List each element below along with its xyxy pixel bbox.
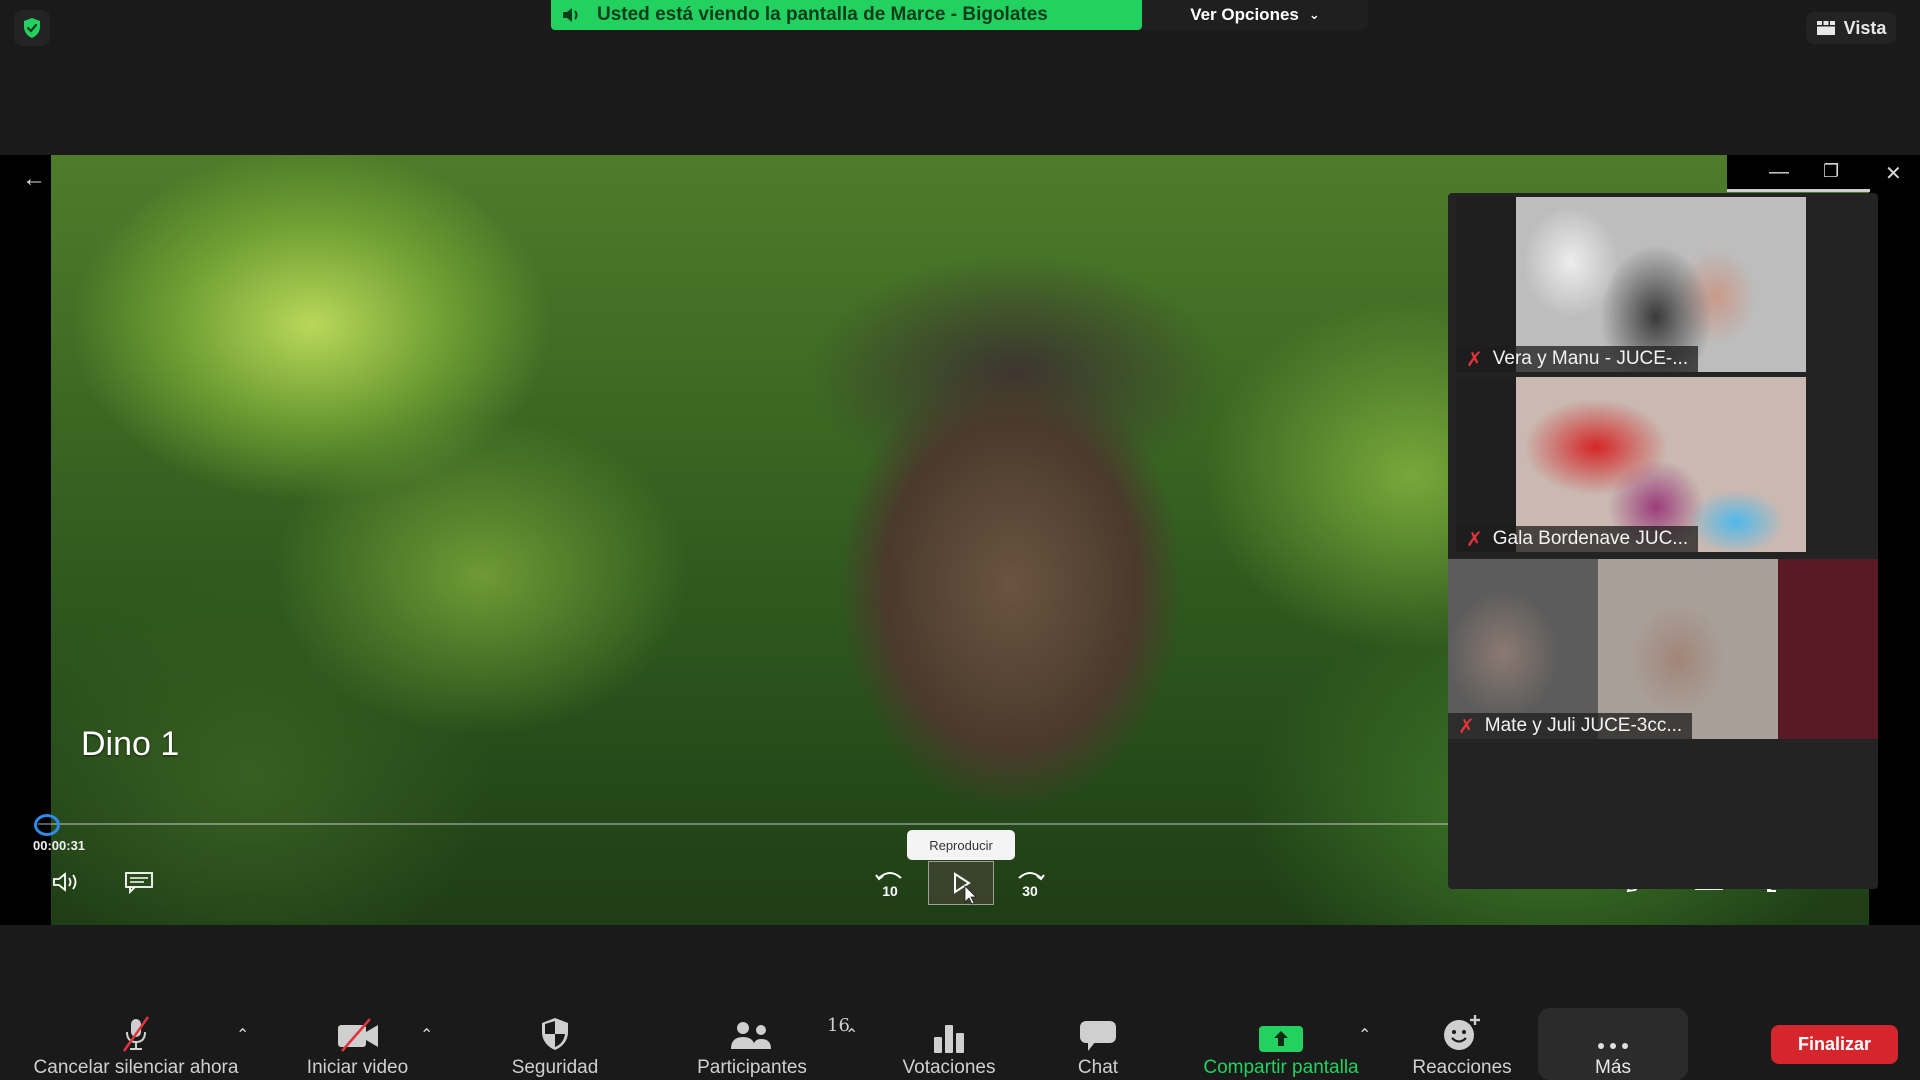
reactions-smiley-icon — [1444, 1015, 1480, 1050]
more-dots-icon — [1598, 1043, 1628, 1049]
view-label: Vista — [1843, 17, 1887, 38]
play-icon — [954, 872, 977, 905]
participant-name: Gala Bordenave JUC... — [1492, 528, 1689, 549]
subtitles-button[interactable] — [124, 871, 154, 895]
forward-icon: 30 — [1018, 872, 1045, 899]
chevron-down-icon: ⌄ — [1308, 7, 1320, 22]
polls-bar-chart-icon — [934, 1025, 964, 1053]
participant-name: Vera y Manu - JUCE-... — [1492, 348, 1689, 369]
view-options-dropdown[interactable]: Ver Opciones ⌄ — [1142, 0, 1368, 30]
polls-label: Votaciones — [902, 1057, 996, 1078]
restore-icon[interactable]: ❐ — [1823, 161, 1839, 182]
window-divider — [1727, 189, 1870, 192]
view-grid-icon — [1816, 21, 1835, 35]
muted-mic-icon: ✗ — [1458, 715, 1475, 738]
unmute-button[interactable]: Cancelar silenciar ahora — [16, 1013, 256, 1079]
muted-mic-icon — [122, 1016, 150, 1052]
volume-icon — [53, 872, 77, 892]
start-video-button[interactable]: Iniciar video — [290, 1013, 425, 1079]
participant-name-bar: ✗ Vera y Manu - JUCE-... — [1456, 346, 1699, 372]
participants-video-panel: ✗ Vera y Manu - JUCE-... ✗ Gala Bordenav… — [1448, 193, 1878, 889]
share-options-caret[interactable]: ⌃ — [1358, 1025, 1371, 1045]
participant-tile[interactable]: ✗ Gala Bordenave JUC... — [1456, 377, 1806, 552]
play-button[interactable] — [928, 861, 994, 905]
participants-icon — [731, 1022, 771, 1049]
subtitles-icon — [125, 872, 153, 895]
top-bar: Usted está viendo la pantalla de Marce -… — [0, 0, 1920, 155]
participant-tile[interactable]: ✗ Mate y Juli JUCE-3cc... — [1448, 559, 1878, 739]
play-tooltip: Reproducir — [907, 830, 1015, 860]
video-progress-knob[interactable] — [34, 814, 60, 836]
forward-30-button[interactable]: 30 — [1012, 865, 1048, 901]
unmute-label: Cancelar silenciar ahora — [33, 1057, 239, 1078]
security-label: Seguridad — [511, 1057, 599, 1078]
chat-bubble-icon — [1080, 1021, 1116, 1051]
muted-mic-icon: ✗ — [1466, 528, 1483, 551]
arrow-left-icon[interactable]: ← — [22, 165, 46, 193]
participants-button[interactable]: 16 Participantes — [686, 1013, 850, 1079]
muted-mic-icon: ✗ — [1466, 348, 1483, 371]
chat-label: Chat — [1077, 1057, 1119, 1078]
rewind-icon: 10 — [875, 872, 902, 899]
reactions-label: Reacciones — [1412, 1057, 1512, 1078]
participant-name-bar: ✗ Mate y Juli JUCE-3cc... — [1448, 713, 1693, 739]
volume-button[interactable] — [52, 871, 84, 893]
participant-name: Mate y Juli JUCE-3cc... — [1484, 715, 1683, 736]
video-title: Dino 1 — [81, 725, 180, 763]
rewind-10-button[interactable]: 10 — [872, 865, 908, 901]
elapsed-time: 00:00:31 — [33, 838, 86, 853]
participant-tile[interactable]: ✗ Vera y Manu - JUCE-... — [1456, 197, 1806, 372]
security-status-button[interactable] — [14, 10, 50, 46]
more-label: Más — [1595, 1057, 1631, 1078]
forward-label: 30 — [1022, 883, 1038, 899]
minimize-icon[interactable]: — — [1769, 161, 1789, 184]
more-button-content[interactable]: Más — [1583, 1013, 1643, 1079]
chat-button[interactable]: Chat — [1068, 1013, 1128, 1079]
share-banner-text: Usted está viendo la pantalla de Marce -… — [597, 4, 1048, 25]
security-button[interactable]: Seguridad — [500, 1013, 610, 1079]
shield-check-icon — [24, 18, 40, 38]
start-video-label: Iniciar video — [306, 1057, 409, 1078]
video-off-icon — [337, 1018, 378, 1052]
reactions-button[interactable]: Reacciones — [1402, 1013, 1522, 1079]
video-options-caret[interactable]: ⌃ — [420, 1025, 433, 1045]
share-screen-button[interactable]: Compartir pantalla — [1186, 1013, 1376, 1079]
meeting-toolbar: Cancelar silenciar ahora ⌃ Iniciar video… — [0, 925, 1920, 1080]
mouse-cursor-icon — [964, 885, 977, 905]
end-meeting-button[interactable]: Finalizar — [1771, 1025, 1898, 1064]
screen-share-banner: Usted está viendo la pantalla de Marce -… — [551, 0, 1142, 30]
view-options-label: Ver Opciones — [1190, 5, 1299, 24]
speaker-icon — [561, 6, 583, 24]
rewind-label: 10 — [882, 883, 898, 899]
participants-label: Participantes — [697, 1057, 807, 1078]
polls-button[interactable]: Votaciones — [890, 1013, 1008, 1079]
participants-options-caret[interactable]: ⌃ — [845, 1025, 858, 1045]
view-button[interactable]: Vista — [1806, 12, 1896, 44]
close-icon[interactable]: ✕ — [1885, 161, 1902, 186]
shared-screen: ← Dino 1 00:00:31 00:00:04 Reproducir 10 — [0, 155, 1920, 925]
share-screen-label: Compartir pantalla — [1203, 1057, 1359, 1078]
participant-name-bar: ✗ Gala Bordenave JUC... — [1456, 526, 1699, 552]
audio-options-caret[interactable]: ⌃ — [236, 1025, 249, 1045]
share-screen-icon — [1259, 1026, 1303, 1052]
security-shield-icon — [542, 1018, 568, 1050]
window-controls: — ❐ ✕ — [1727, 155, 1920, 189]
